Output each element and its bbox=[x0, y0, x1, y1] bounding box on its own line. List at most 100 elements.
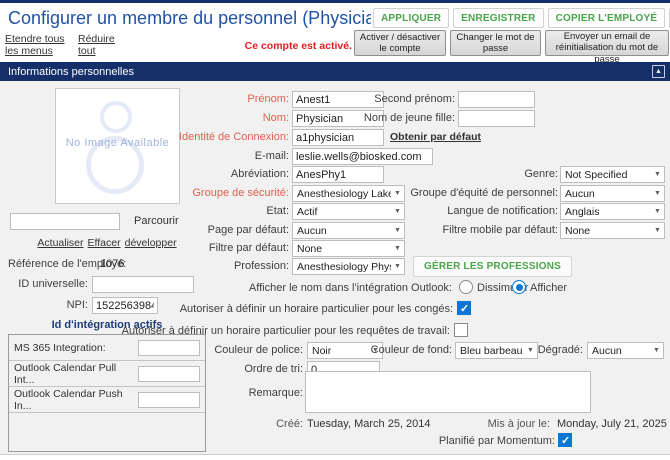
no-image-text: No Image Available bbox=[56, 137, 179, 149]
email-field[interactable] bbox=[292, 148, 433, 165]
page-title: Configurer un membre du personnel (Physi… bbox=[8, 8, 371, 32]
state-label: Etat: bbox=[266, 205, 289, 217]
universal-id-label: ID universelle: bbox=[18, 278, 88, 290]
timeoff-checkbox[interactable] bbox=[457, 301, 471, 315]
profession-label: Profession: bbox=[234, 260, 289, 272]
integration-row: Outlook Calendar Pull Int... bbox=[9, 361, 205, 387]
browse-button[interactable]: Parcourir bbox=[134, 215, 179, 227]
chevron-up-icon: ▲ bbox=[655, 68, 662, 75]
placeholder-figure-icon bbox=[100, 101, 132, 133]
gradient-value: Aucun bbox=[592, 345, 650, 357]
clear-photo-link[interactable]: Effacer bbox=[88, 237, 121, 249]
abbreviation-label: Abréviation: bbox=[231, 168, 289, 180]
created-label: Créé: bbox=[276, 418, 303, 430]
collapse-section-button[interactable]: ▲ bbox=[652, 65, 665, 78]
allow-timeoff-label: Autoriser à définir un horaire particuli… bbox=[180, 303, 453, 315]
gradient-select[interactable]: Aucun▼ bbox=[587, 342, 664, 359]
chevron-down-icon: ▼ bbox=[651, 208, 664, 215]
chevron-down-icon: ▼ bbox=[391, 190, 404, 197]
ms365-input[interactable] bbox=[138, 340, 200, 356]
personal-info-body: No Image Available Parcourir Actualiser E… bbox=[0, 81, 670, 455]
chevron-down-icon: ▼ bbox=[391, 245, 404, 252]
momentum-label: Planifié par Momentum: bbox=[439, 435, 555, 447]
photo-links: Actualiser Effacer développer bbox=[8, 237, 206, 249]
outlook-show-radio[interactable] bbox=[512, 280, 526, 294]
outlook-show-option-label: Afficher bbox=[530, 282, 567, 294]
remark-label: Remarque: bbox=[249, 387, 303, 399]
change-password-button[interactable]: Changer le mot de passe bbox=[450, 30, 541, 56]
outlook-pull-label: Outlook Calendar Pull Int... bbox=[14, 362, 138, 386]
collapse-all-link[interactable]: Réduire tout bbox=[78, 33, 124, 57]
security-group-select[interactable]: Anesthesiology Lakewood▼ bbox=[292, 185, 405, 202]
develop-photo-link[interactable]: développer bbox=[125, 237, 177, 249]
chevron-down-icon: ▼ bbox=[650, 347, 663, 354]
outlook-display-label: Afficher le nom dans l'intégration Outlo… bbox=[249, 282, 452, 294]
first-name-field[interactable] bbox=[292, 91, 384, 108]
chevron-down-icon: ▼ bbox=[651, 190, 664, 197]
top-accent-bar bbox=[0, 0, 670, 3]
save-button[interactable]: ENREGISTRER bbox=[453, 8, 543, 28]
integrations-box: MS 365 Integration: Outlook Calendar Pul… bbox=[8, 334, 206, 452]
outlook-push-label: Outlook Calendar Push In... bbox=[14, 388, 138, 412]
gender-label: Genre: bbox=[524, 168, 558, 180]
email-label: E-mail: bbox=[255, 150, 289, 162]
outlook-hide-radio[interactable] bbox=[459, 280, 473, 294]
security-group-label: Groupe de sécurité: bbox=[192, 187, 289, 199]
login-field[interactable] bbox=[292, 129, 384, 146]
mobile-filter-label: Filtre mobile par défaut: bbox=[442, 224, 558, 236]
abbreviation-field[interactable] bbox=[292, 166, 384, 183]
momentum-checkbox[interactable] bbox=[558, 433, 572, 447]
send-reset-email-button[interactable]: Envoyer un email de réinitialisation du … bbox=[545, 30, 669, 56]
page-title-suffix: (Physician, Anest1) bbox=[302, 8, 371, 28]
outlook-pull-input[interactable] bbox=[138, 366, 200, 382]
last-name-label: Nom: bbox=[263, 112, 289, 124]
default-page-select[interactable]: Aucun▼ bbox=[292, 222, 405, 239]
integration-row: MS 365 Integration: bbox=[9, 335, 205, 361]
staff-config-page: Configurer un membre du personnel (Physi… bbox=[0, 0, 670, 460]
get-default-login-link[interactable]: Obtenir par défaut bbox=[390, 131, 481, 143]
default-filter-select[interactable]: None▼ bbox=[292, 240, 405, 257]
notification-language-select[interactable]: Anglais▼ bbox=[560, 203, 665, 220]
mobile-filter-value: None bbox=[565, 225, 651, 237]
chevron-down-icon: ▼ bbox=[391, 263, 404, 270]
chevron-down-icon: ▼ bbox=[391, 208, 404, 215]
ms365-label: MS 365 Integration: bbox=[14, 342, 106, 354]
manage-professions-button[interactable]: GÉRER LES PROFESSIONS bbox=[413, 256, 572, 277]
state-select[interactable]: Actif▼ bbox=[292, 203, 405, 220]
bg-color-value: Bleu barbeau bbox=[460, 345, 524, 357]
expand-all-menus-link[interactable]: Etendre tous les menus bbox=[5, 33, 69, 57]
refresh-photo-link[interactable]: Actualiser bbox=[37, 237, 83, 249]
default-page-label: Page par défaut: bbox=[208, 224, 289, 236]
mobile-filter-select[interactable]: None▼ bbox=[560, 222, 665, 239]
maiden-name-field[interactable] bbox=[458, 110, 535, 127]
section-title: Informations personnelles bbox=[8, 66, 134, 78]
photo-placeholder: No Image Available bbox=[55, 88, 180, 204]
remark-textarea[interactable] bbox=[305, 371, 591, 413]
outlook-push-input[interactable] bbox=[138, 392, 200, 408]
login-label: Identité de Connexion: bbox=[179, 131, 289, 143]
bg-color-select[interactable]: Bleu barbeau▼ bbox=[455, 342, 538, 359]
gender-select[interactable]: Not Specified▼ bbox=[560, 166, 665, 183]
profession-value: Anesthesiology Physician bbox=[297, 261, 391, 273]
chevron-down-icon: ▼ bbox=[651, 171, 664, 178]
allow-workrequest-label: Autoriser à définir un horaire particuli… bbox=[122, 325, 450, 337]
chevron-down-icon: ▼ bbox=[391, 227, 404, 234]
middle-name-field[interactable] bbox=[458, 91, 535, 108]
equity-group-select[interactable]: Aucun▼ bbox=[560, 185, 665, 202]
account-status-text: Ce compte est activé. bbox=[240, 40, 352, 52]
toggle-account-button[interactable]: Activer / désactiver le compte bbox=[354, 30, 446, 56]
chevron-down-icon: ▼ bbox=[524, 347, 537, 354]
copy-employee-button[interactable]: COPIER L'EMPLOYÉ bbox=[548, 8, 666, 28]
workrequest-checkbox[interactable] bbox=[454, 323, 468, 337]
first-name-label: Prénom: bbox=[247, 93, 289, 105]
photo-path-input[interactable] bbox=[10, 213, 120, 230]
equity-group-label: Groupe d'équité de personnel: bbox=[410, 187, 558, 199]
npi-label: NPI: bbox=[67, 299, 88, 311]
apply-button[interactable]: APPLIQUER bbox=[373, 8, 449, 28]
maiden-name-label: Nom de jeune fille: bbox=[364, 112, 455, 124]
state-value: Actif bbox=[297, 206, 391, 218]
npi-field[interactable] bbox=[92, 297, 158, 314]
chevron-down-icon: ▼ bbox=[651, 227, 664, 234]
profession-select[interactable]: Anesthesiology Physician▼ bbox=[292, 258, 405, 275]
universal-id-field[interactable] bbox=[92, 276, 194, 293]
